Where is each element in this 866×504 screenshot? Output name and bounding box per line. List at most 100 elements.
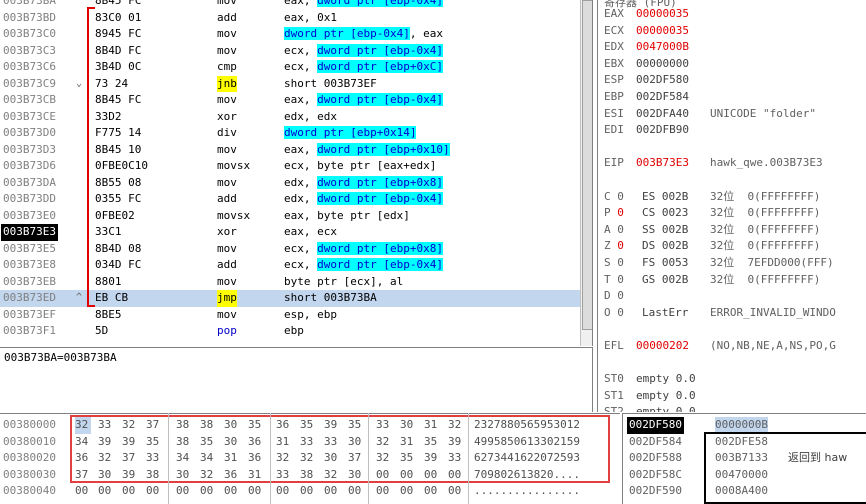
memory-operand: dword ptr [ebp-0x4] (317, 43, 443, 57)
disasm-row[interactable]: 003B73F1 5D pop ebp (0, 323, 580, 340)
dump-byte[interactable]: 00 (348, 483, 364, 500)
register-row[interactable]: ST1 empty 0.0 (604, 388, 866, 405)
register-name: ST2 (604, 405, 624, 412)
register-name: EDX (604, 40, 624, 54)
register-row[interactable]: EFL 00000202 (NO,NB,NE,A,NS,PO,G (604, 338, 866, 355)
register-row[interactable]: P 0 CS 0023 32位 0(FFFFFFFF) (604, 205, 866, 222)
dump-byte[interactable]: 00 (448, 483, 464, 500)
jump-line (87, 7, 95, 307)
dump-byte[interactable]: 00 (324, 483, 340, 500)
dump-separator (368, 413, 369, 504)
register-value: SS 002B (642, 222, 689, 236)
disasm-mnemonic: xor (217, 225, 237, 238)
disasm-row[interactable]: 003B73EF 8BE5 mov esp, ebp (0, 307, 580, 324)
disasm-hex: 5D (95, 324, 109, 337)
register-value: empty 0.0 (636, 388, 696, 402)
disasm-mnemonic: mov (217, 274, 237, 288)
dump-byte[interactable]: 00 (98, 483, 114, 500)
memory-operand: dword ptr [ebp+0x8] (317, 175, 443, 189)
register-row[interactable] (604, 172, 866, 189)
dump-separator (270, 413, 271, 504)
disasm-address: 003B73F1 (3, 324, 56, 337)
disasm-address: 003B73E0 (3, 208, 56, 222)
registers-pane[interactable]: 寄存器 (FPU) EAX 00000035 ECX 00000035 EDX 004700… (597, 0, 866, 412)
dump-byte[interactable]: 00 (146, 483, 162, 500)
dump-byte[interactable]: 00 (400, 483, 416, 500)
disasm-scrollbar[interactable] (580, 0, 592, 346)
register-name: ST0 (604, 372, 624, 386)
dump-byte[interactable]: 00 (276, 483, 292, 500)
register-row[interactable]: EBX 00000000 (604, 56, 866, 73)
disasm-mnemonic: div (217, 126, 237, 139)
register-row[interactable]: ST2 empty 0.0 (604, 404, 866, 412)
dump-byte[interactable]: 00 (376, 483, 392, 500)
stack-address: 002DF580 (627, 417, 684, 434)
disasm-address: 003B73D6 (3, 159, 56, 172)
dump-byte[interactable]: 00 (300, 483, 316, 500)
operand-text: ecx, (284, 241, 318, 255)
disasm-operands: byte ptr [ecx], al (284, 274, 403, 291)
dump-byte[interactable]: 00 (248, 483, 264, 500)
register-value: 00000035 (636, 23, 689, 37)
disasm-mnemonic: add (217, 258, 237, 271)
register-row[interactable]: EBP 002DF584 (604, 89, 866, 106)
jump-arrow-icon: ^ (76, 292, 83, 303)
disasm-address: 003B73DA (3, 175, 56, 189)
register-row[interactable]: EIP 003B73E3 hawk_qwe.003B73E3 (604, 155, 866, 172)
disasm-hex: 3B4D 0C (95, 60, 142, 73)
operand-text: short 003B73BA (284, 291, 377, 304)
operand-text: eax, 0x1 (284, 10, 337, 24)
operand-text: ecx, byte ptr [eax+edx] (284, 159, 437, 172)
disasm-scrollbar-thumb[interactable] (582, 0, 592, 330)
disasm-address: 003B73E8 (3, 258, 56, 271)
register-row[interactable]: EDI 002DFB90 (604, 122, 866, 139)
register-row[interactable]: ST0 empty 0.0 (604, 371, 866, 388)
memory-operand: dword ptr [ebp+0xC] (317, 60, 443, 73)
disasm-operands: ebp (284, 323, 304, 340)
register-row[interactable]: O 0 LastErr ERROR_INVALID_WINDO (604, 305, 866, 322)
register-row[interactable] (604, 355, 866, 372)
register-name: EIP (604, 156, 624, 170)
disasm-hex: 8B45 FC (95, 0, 142, 7)
disasm-operands: edx, dword ptr [ebp+0x8] (284, 175, 443, 192)
register-row[interactable]: Z 0 DS 002B 32位 0(FFFFFFFF) (604, 238, 866, 255)
disasm-mnemonic: movsx (217, 159, 251, 172)
memory-operand: dword ptr [ebp-0x4] (317, 0, 443, 7)
register-row[interactable]: D 0 (604, 288, 866, 305)
register-row[interactable]: S 0 FS 0053 32位 7EFDD000(FFF) (604, 255, 866, 272)
disasm-operands: edx, dword ptr [ebp-0x4] (284, 191, 443, 208)
register-row[interactable]: EDX 0047000B (604, 39, 866, 56)
dump-byte[interactable]: 00 (75, 483, 91, 500)
disasm-mnemonic: jmp (217, 290, 237, 307)
dump-separator (468, 413, 469, 504)
operand-text: esp, ebp (284, 307, 337, 321)
register-comment: 32位 0(FFFFFFFF) (710, 222, 821, 236)
dump-byte[interactable]: 00 (176, 483, 192, 500)
dump-byte[interactable]: 00 (200, 483, 216, 500)
register-name: EBX (604, 56, 624, 70)
dump-byte[interactable]: 00 (122, 483, 138, 500)
register-row[interactable] (604, 139, 866, 156)
stack-address: 002DF58C (629, 467, 682, 481)
register-row[interactable]: EAX 00000035 (604, 6, 866, 23)
register-row[interactable] (604, 321, 866, 338)
memory-operand: dword ptr [ebp+0x10] (317, 142, 450, 156)
operand-text: edx, (284, 175, 318, 189)
disassembly-pane[interactable]: 003B73BA 8B45 FC mov eax, dword ptr [ebp-0x… (0, 0, 593, 346)
dump-address: 00380000 (3, 418, 56, 431)
disasm-operands: eax, dword ptr [ebp-0x4] (284, 0, 443, 10)
register-value: CS 0023 (642, 206, 689, 220)
register-row[interactable]: C 0 ES 002B 32位 0(FFFFFFFF) (604, 189, 866, 206)
dump-byte[interactable]: 00 (224, 483, 240, 500)
disasm-mnemonic: xor (217, 109, 237, 123)
register-row[interactable]: T 0 GS 002B 32位 0(FFFFFFFF) (604, 272, 866, 289)
register-row[interactable]: ESI 002DFA40 UNICODE "folder" (604, 106, 866, 123)
dump-byte[interactable]: 00 (424, 483, 440, 500)
register-name: ECX (604, 23, 624, 37)
disasm-hex: 83C0 01 (95, 10, 142, 24)
register-row[interactable]: ECX 00000035 (604, 23, 866, 40)
register-value: 002DFA40 (636, 106, 689, 120)
register-row[interactable]: A 0 SS 002B 32位 0(FFFFFFFF) (604, 222, 866, 239)
dump-row[interactable]: 00380040 00 00 00 00 00 00 00 00 00 00 00 00 00 00 00 00… (0, 483, 620, 500)
register-row[interactable]: ESP 002DF580 (604, 72, 866, 89)
